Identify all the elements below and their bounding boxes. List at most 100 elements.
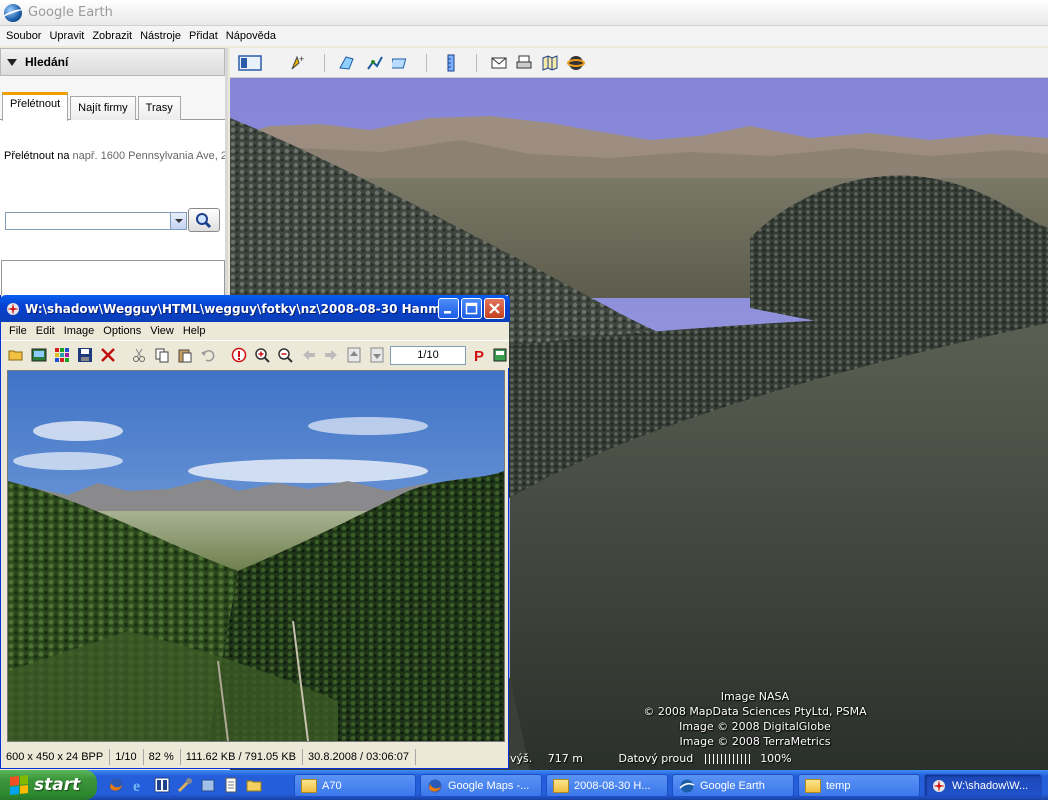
menu-view[interactable]: View — [146, 325, 179, 337]
folder-icon — [553, 778, 569, 793]
stream-label: Datový proud — [618, 752, 694, 765]
task-label: W:\shadow\W... — [952, 779, 1029, 792]
cut-icon[interactable] — [131, 347, 147, 363]
file-size: 111.62 KB / 791.05 KB — [181, 749, 304, 765]
firefox-icon — [428, 779, 442, 792]
fly-to-input[interactable] — [5, 212, 187, 230]
google-maps-icon[interactable] — [541, 54, 559, 72]
svg-text:e: e — [133, 778, 140, 793]
copy-icon[interactable] — [154, 347, 170, 363]
undo-icon[interactable] — [200, 347, 216, 363]
image-viewer-statusbar: 600 x 450 x 24 BPP 1/10 82 % 111.62 KB /… — [1, 746, 509, 768]
delete-icon[interactable] — [100, 347, 116, 363]
next-icon[interactable] — [323, 347, 339, 363]
sky-icon[interactable] — [567, 54, 585, 72]
print-p-icon[interactable]: P — [472, 347, 488, 363]
credit-nasa: Image NASA — [720, 690, 790, 703]
credit-digitalglobe: Image © 2008 DigitalGlobe — [679, 720, 831, 733]
window-title: Google Earth — [28, 5, 113, 20]
zoom-in-icon[interactable] — [254, 347, 270, 363]
dropdown-arrow-icon[interactable] — [170, 213, 186, 229]
menu-zobrazit[interactable]: Zobrazit — [88, 30, 136, 42]
placemark-icon[interactable]: + — [288, 54, 306, 72]
tab-directions[interactable]: Trasy — [137, 96, 181, 120]
task-google-earth[interactable]: Google Earth — [672, 774, 794, 797]
start-button[interactable]: start — [0, 770, 97, 800]
credit-mapdata: © 2008 MapData Sciences PtyLtd, PSMA — [643, 705, 867, 718]
menu-upravit[interactable]: Upravit — [45, 30, 88, 42]
image-dimensions: 600 x 450 x 24 BPP — [1, 749, 111, 765]
folder-icon — [805, 778, 821, 793]
total-commander-icon[interactable] — [154, 777, 170, 793]
folder-icon[interactable] — [246, 777, 262, 793]
photo-display[interactable] — [7, 370, 505, 742]
task-folder-2008[interactable]: 2008-08-30 H... — [546, 774, 668, 797]
paste-icon[interactable] — [177, 347, 193, 363]
image-viewer-window: W:\shadow\Wegguy\HTML\wegguy\fotky\nz\20… — [0, 295, 510, 769]
google-earth-titlebar[interactable]: Google Earth — [0, 0, 1048, 26]
image-viewer-title: W:\shadow\Wegguy\HTML\wegguy\fotky\nz\20… — [25, 301, 445, 316]
thumbnails-icon[interactable] — [31, 347, 47, 363]
zoom-out-icon[interactable] — [277, 347, 293, 363]
search-panel-header[interactable]: Hledání — [0, 48, 225, 76]
image-overlay-icon[interactable] — [392, 54, 410, 72]
previous-icon[interactable] — [301, 347, 317, 363]
path-icon[interactable] — [366, 54, 384, 72]
print-icon[interactable] — [515, 54, 533, 72]
first-icon[interactable] — [346, 347, 362, 363]
irfanview-icon — [933, 779, 945, 792]
file-date: 30.8.2008 / 03:06:07 — [303, 749, 416, 765]
tools-icon[interactable] — [177, 777, 193, 793]
slideshow-icon[interactable] — [493, 347, 507, 363]
close-icon — [489, 303, 500, 314]
image-viewer-toolbar: 1/10 P — [1, 340, 509, 368]
google-earth-icon — [4, 3, 22, 22]
firefox-icon[interactable] — [108, 777, 124, 793]
sidebar-toggle-icon[interactable] — [238, 54, 262, 72]
search-button[interactable] — [188, 208, 220, 232]
fly-to-label: Přelétnout na — [4, 150, 70, 162]
app-icon[interactable] — [200, 777, 216, 793]
ruler-icon[interactable] — [442, 54, 460, 72]
image-viewer-menubar: File Edit Image Options View Help — [1, 322, 509, 340]
menu-help[interactable]: Help — [179, 325, 211, 337]
menu-edit[interactable]: Edit — [32, 325, 60, 337]
menu-napoveda[interactable]: Nápověda — [222, 30, 280, 42]
open-folder-icon[interactable] — [8, 347, 24, 363]
task-temp[interactable]: temp — [798, 774, 920, 797]
internet-explorer-icon[interactable]: e — [131, 777, 147, 793]
image-viewer-titlebar[interactable]: W:\shadow\Wegguy\HTML\wegguy\fotky\nz\20… — [0, 295, 510, 322]
fly-to-hint: např. 1600 Pennsylvania Ave, 2 — [72, 150, 226, 162]
close-button[interactable] — [484, 298, 505, 319]
menu-nastroje[interactable]: Nástroje — [136, 30, 185, 42]
polygon-icon[interactable] — [338, 54, 356, 72]
collapse-triangle-icon[interactable] — [7, 58, 17, 66]
stream-value: 100% — [760, 752, 792, 765]
info-icon[interactable] — [231, 347, 247, 363]
tab-fly-to[interactable]: Přelétnout — [2, 92, 69, 121]
menu-soubor[interactable]: Soubor — [2, 30, 45, 42]
tab-find-businesses[interactable]: Najít firmy — [70, 96, 136, 120]
page-counter[interactable]: 1/10 — [390, 346, 466, 365]
grid-icon[interactable] — [54, 347, 70, 363]
menu-pridat[interactable]: Přidat — [185, 30, 222, 42]
minimize-button[interactable] — [438, 298, 459, 319]
taskbar: start e A70 Google Maps -... 2008-08-30 … — [0, 770, 1048, 800]
email-icon[interactable] — [490, 54, 508, 72]
save-icon[interactable] — [77, 347, 93, 363]
maximize-button[interactable] — [461, 298, 482, 319]
menu-options[interactable]: Options — [99, 325, 146, 337]
task-image-viewer[interactable]: W:\shadow\W... — [924, 774, 1042, 797]
search-panel: Hledání Přelétnout Najít firmy Trasy Pře… — [0, 48, 228, 333]
menu-file[interactable]: File — [5, 325, 32, 337]
task-google-maps[interactable]: Google Maps -... — [420, 774, 542, 797]
zoom-level: 82 % — [144, 749, 181, 765]
task-a70[interactable]: A70 — [294, 774, 416, 797]
svg-text:P: P — [474, 348, 484, 363]
notepad-icon[interactable] — [223, 777, 239, 793]
last-icon[interactable] — [369, 347, 385, 363]
credit-terrametrics: Image © 2008 TerraMetrics — [679, 735, 831, 748]
stream-progress-bar — [704, 754, 753, 764]
google-earth-icon — [679, 779, 695, 792]
menu-image[interactable]: Image — [60, 325, 100, 337]
